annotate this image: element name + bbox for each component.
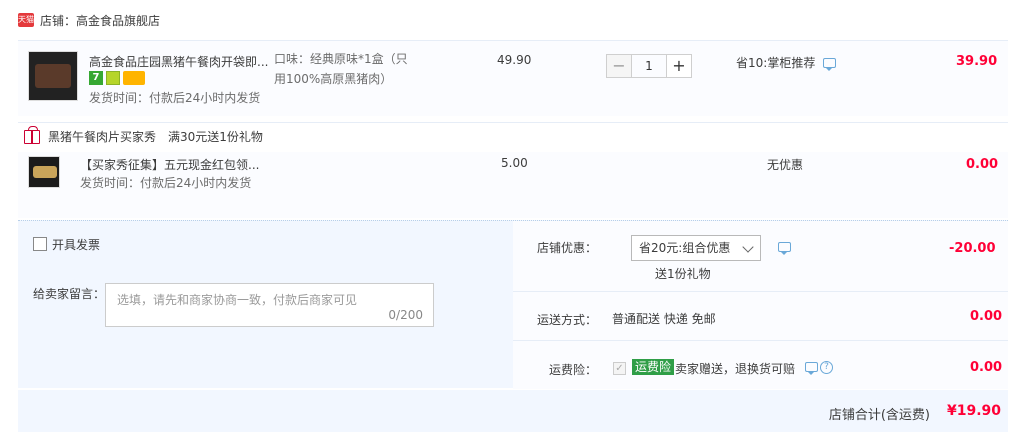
item-subtotal: 0.00: [966, 157, 999, 172]
message-placeholder: 选填，请先和商家协商一致，付款后商家可见: [117, 293, 358, 307]
promo-name: 黑猪午餐肉片买家秀: [48, 130, 157, 144]
insurance-tag: 运费险: [632, 359, 675, 375]
ship-time: 发货时间：付款后24小时内发货: [80, 176, 252, 190]
qty-minus-button[interactable]: −: [606, 54, 632, 78]
shop-total-label: 店铺合计(含运费): [828, 408, 930, 423]
invoice-checkbox[interactable]: [33, 237, 47, 251]
item-discount: 省10:掌柜推荐: [736, 56, 816, 70]
qty-plus-button[interactable]: +: [666, 54, 692, 78]
product-title[interactable]: 高金食品庄园黑猪午餐肉开袋即...: [89, 53, 268, 70]
qty-input[interactable]: 1: [632, 54, 666, 78]
insurance-label: 运费险：: [549, 363, 598, 377]
chat-icon[interactable]: [778, 242, 791, 255]
service-icons: 7: [89, 71, 145, 85]
divider: [513, 340, 1008, 341]
shop-discount-gift: 送1份礼物: [655, 267, 711, 281]
product-title[interactable]: 【买家秀征集】五元现金红包领...: [80, 156, 259, 173]
product-thumbnail[interactable]: [28, 51, 78, 101]
ship-time: 发货时间：付款后24小时内发货: [89, 91, 261, 105]
item-subtotal: 39.90: [956, 54, 998, 69]
item-discount: 无优惠: [767, 158, 804, 172]
shipping-amount: 0.00: [970, 309, 1003, 324]
quantity-stepper: − 1 +: [606, 54, 692, 78]
guarantee-icon: [106, 71, 120, 85]
product-sku: 口味：经典原味*1盒（只用100%高原黑猪肉）: [274, 52, 408, 86]
message-label: 给卖家留言：: [33, 287, 106, 301]
divider: [513, 291, 1008, 292]
message-textarea[interactable]: 选填，请先和商家协商一致，付款后商家可见 0/200: [105, 283, 434, 327]
insurance-amount: 0.00: [970, 360, 1003, 375]
shop-discount-label: 店铺优惠：: [537, 241, 598, 255]
shop-discount-select[interactable]: 省20元:组合优惠: [631, 235, 761, 261]
shop-total-bar: 店铺合计(含运费) ¥19.90: [18, 390, 1008, 432]
invoice-label: 开具发票: [52, 238, 101, 252]
message-counter: 0/200: [388, 308, 423, 322]
cart-item-1: 高金食品庄园黑猪午餐肉开袋即... 7 发货时间：付款后24小时内发货 口味：经…: [18, 40, 1008, 116]
unit-price: 5.00: [501, 156, 528, 170]
tmall-badge-icon: 天猫: [18, 13, 34, 27]
shop-discount-selected: 省20元:组合优惠: [639, 241, 731, 255]
chat-icon[interactable]: [805, 362, 818, 375]
chevron-down-icon: [742, 241, 754, 253]
chat-icon[interactable]: [823, 58, 836, 71]
product-thumbnail[interactable]: [28, 156, 60, 188]
shop-name[interactable]: 店铺：高金食品旗舰店: [40, 12, 160, 29]
order-options: 开具发票 给卖家留言： 选填，请先和商家协商一致，付款后商家可见 0/200 店…: [18, 220, 1008, 389]
cart-item-2: 【买家秀征集】五元现金红包领... 发货时间：付款后24小时内发货 5.00 无…: [18, 152, 1008, 218]
seven-day-return-icon: 7: [89, 71, 103, 85]
promo-desc: 满30元送1份礼物: [168, 130, 263, 144]
shop-header: 天猫 店铺：高金食品旗舰店: [18, 10, 160, 30]
card-icon: [123, 71, 145, 85]
promotion-row: 黑猪午餐肉片买家秀 满30元送1份礼物: [18, 122, 1008, 150]
unit-price: 49.90: [497, 53, 532, 67]
shop-discount-amount: -20.00: [949, 241, 996, 256]
gift-icon: [24, 125, 40, 144]
insurance-desc: 卖家赠送，退换货可赔: [675, 362, 796, 376]
shop-total-value: ¥19.90: [946, 403, 1001, 419]
shipping-label: 运送方式：: [537, 313, 598, 327]
insurance-checkbox[interactable]: ✓: [613, 362, 626, 375]
help-icon[interactable]: ?: [820, 361, 833, 374]
shipping-value: 普通配送 快递 免邮: [612, 312, 716, 326]
